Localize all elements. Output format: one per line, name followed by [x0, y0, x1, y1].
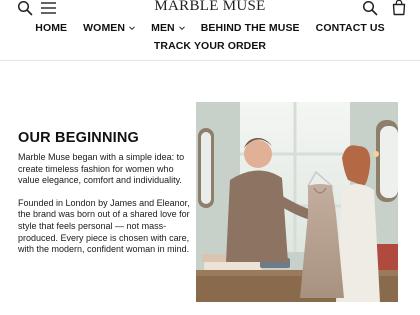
bag-icon[interactable]: [391, 0, 407, 16]
header-bar: MARBLE MUSE: [0, 0, 420, 18]
nav-item-label: MEN: [151, 22, 175, 34]
nav-item-label: CONTACT US: [315, 22, 385, 34]
nav-item-men[interactable]: MEN: [143, 22, 193, 34]
nav-item-label: WOMEN: [83, 22, 126, 34]
chevron-down-icon: [178, 26, 185, 31]
brand-logo[interactable]: MARBLE MUSE: [0, 0, 420, 15]
nav-item-contact-us[interactable]: CONTACT US: [308, 22, 393, 34]
founders-photo-illustration: [196, 102, 398, 302]
section-heading: OUR BEGINNING: [18, 130, 140, 146]
header-divider: [0, 60, 420, 61]
nav-item-home[interactable]: HOME: [27, 22, 75, 34]
nav-item-behind-the-muse[interactable]: BEHIND THE MUSE: [193, 22, 308, 34]
nav-item-label: BEHIND THE MUSE: [200, 22, 300, 34]
search-icon[interactable]: [362, 0, 378, 16]
story-paragraph-2: Founded in London by James and Eleanor, …: [18, 197, 190, 255]
nav-item-women[interactable]: WOMEN: [75, 22, 143, 34]
secondary-nav: TRACK YOUR ORDER: [0, 40, 420, 52]
story-text: OUR BEGINNING Marble Muse began with a s…: [18, 130, 190, 256]
primary-nav: HOME WOMEN MEN BEHIND THE MUSE CONTACT U…: [0, 22, 420, 34]
nav-item-track-order[interactable]: TRACK YOUR ORDER: [154, 40, 266, 52]
chevron-down-icon: [129, 26, 135, 31]
nav-item-label: HOME: [35, 22, 68, 34]
founders-photo: [196, 102, 398, 302]
story-paragraph-1: Marble Muse began with a simple idea: to…: [18, 152, 185, 186]
